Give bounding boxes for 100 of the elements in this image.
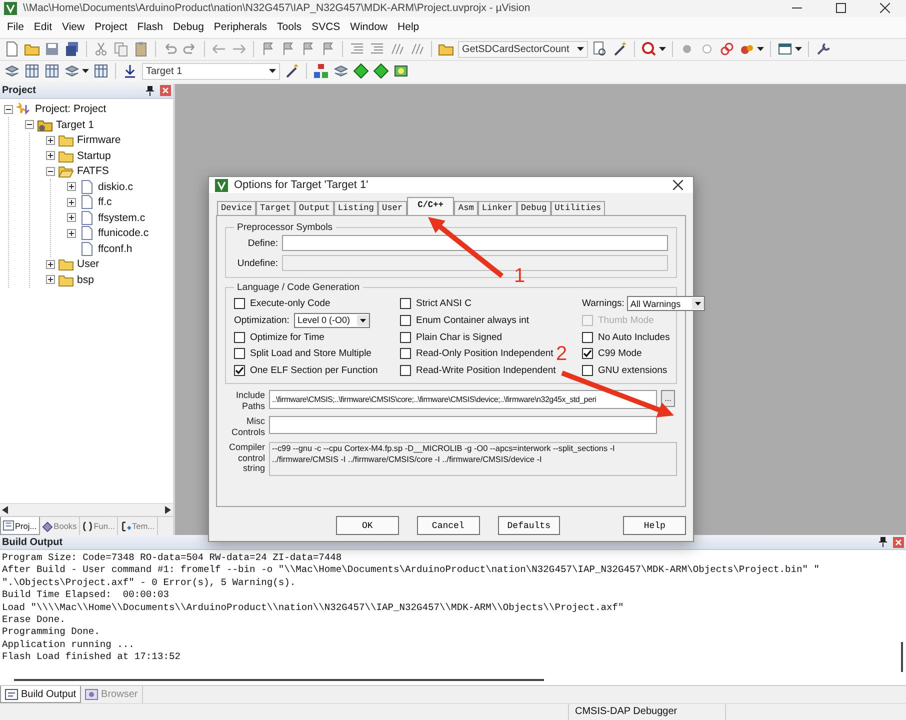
input-field[interactable] [269,416,657,434]
input-field[interactable] [282,235,668,251]
dialog-button[interactable]: Cancel [416,516,480,535]
wrench-icon[interactable] [815,41,831,58]
tree-item[interactable]: FATFS [77,165,109,178]
menu-item[interactable]: Window [345,21,393,34]
checkbox[interactable] [582,365,593,376]
checkbox[interactable] [582,332,593,343]
layers-icon[interactable] [333,63,349,80]
target-select[interactable]: Target 1 [142,62,280,80]
checkbox[interactable] [400,348,411,360]
close-icon[interactable] [880,3,890,14]
tree-item[interactable]: diskio.c [98,180,134,193]
expand-toggle[interactable] [67,228,76,238]
function-combo-box[interactable]: GetSDCardSectorCount [458,40,588,58]
diamond-icon[interactable] [353,63,369,80]
dialog-tab[interactable]: Utilities [550,201,606,215]
checkbox[interactable] [400,314,411,326]
tree-item[interactable]: User [77,258,100,270]
panel-tab[interactable]: Build Output [0,686,82,704]
chain-link-icon[interactable] [719,41,735,58]
scroll-left-icon[interactable] [2,506,8,514]
caret-icon[interactable] [692,298,704,310]
menu-item[interactable]: Debug [168,21,209,34]
dialog-tab[interactable]: Device [217,201,256,215]
expand-toggle[interactable] [46,136,55,145]
dialog-tab[interactable]: User [378,201,407,215]
checkbox[interactable] [400,298,411,310]
checkbox[interactable] [582,348,593,360]
caret-icon[interactable] [357,314,370,326]
tree-item[interactable]: Target 1 [56,118,94,131]
dialog-tab[interactable]: Debug [516,201,551,215]
clipboard-icon[interactable] [133,41,149,58]
checkbox[interactable] [400,332,411,343]
caret-icon[interactable] [269,69,276,74]
checkbox[interactable] [234,365,245,376]
caret-icon[interactable] [577,47,584,52]
maximize-icon[interactable] [836,3,846,14]
expand-toggle[interactable] [46,151,55,160]
menu-item[interactable]: Tools [272,21,307,34]
layers-icon[interactable] [4,63,20,80]
caret-icon[interactable] [659,47,666,52]
download-arrow-icon[interactable] [122,63,138,80]
magnifier-icon[interactable] [641,41,657,58]
magic-wand-icon[interactable] [284,63,300,80]
expand-toggle[interactable] [46,275,55,284]
checkbox[interactable] [234,348,245,360]
grid-icon[interactable] [44,63,60,80]
caret-icon[interactable] [82,69,89,74]
pin-icon[interactable] [146,86,154,96]
page-icon[interactable] [4,41,20,58]
checkbox[interactable] [234,298,245,310]
tree-item[interactable]: Startup [77,150,111,162]
dialog-tab[interactable]: Asm [454,201,478,215]
document-search-icon[interactable] [592,41,608,58]
tree-item[interactable]: Project: Project [35,103,106,116]
caret-icon[interactable] [757,47,764,52]
collapse-toggle[interactable] [25,120,34,130]
tree-item[interactable]: ffunicode.c [98,227,149,240]
window-icon[interactable] [777,41,793,58]
menu-item[interactable]: Flash [132,21,168,34]
magic-wand-icon[interactable] [612,41,628,58]
dialog-tab[interactable]: Linker [478,201,517,215]
dialog-tab[interactable]: C/C++ [406,197,454,215]
menu-item[interactable]: View [57,21,90,34]
menu-item[interactable]: SVCS [306,21,346,34]
tree-item[interactable]: ffconf.h [98,242,132,255]
layers-icon[interactable] [64,63,80,80]
horizontal-scrollbar[interactable] [0,503,173,516]
copy-icon[interactable] [113,41,129,58]
stacked-disks-icon[interactable] [64,41,80,58]
collapse-toggle[interactable] [4,104,13,114]
dialog-button[interactable]: Defaults [498,516,560,535]
expand-toggle[interactable] [67,182,76,192]
expand-toggle[interactable] [67,213,76,222]
checkbox[interactable] [400,365,411,376]
browse-button[interactable]: ... [661,390,675,408]
tree-item[interactable]: ffsystem.c [98,212,146,224]
scroll-right-icon[interactable] [165,506,171,514]
panel-tab[interactable]: Proj... [0,517,40,536]
menu-item[interactable]: Help [392,21,424,34]
expand-toggle[interactable] [67,198,76,207]
checkbox[interactable] [234,332,245,343]
grid-icon[interactable] [24,63,40,80]
close-icon[interactable] [673,180,683,190]
chip-icon[interactable] [393,63,409,80]
tree-item[interactable]: bsp [77,274,94,286]
pin-icon[interactable] [879,537,887,547]
tree-item[interactable]: ff.c [98,196,112,208]
blocks-icon[interactable] [313,63,329,80]
dialog-tab[interactable]: Listing [334,201,378,215]
dialog-tab[interactable]: Target [256,201,295,215]
tree-item[interactable]: Firmware [77,134,121,146]
dropdown[interactable]: Level 0 (-O0) [294,312,370,328]
dialog-button[interactable]: OK [336,516,399,535]
input-field[interactable]: ..\firmware\CMSIS;..\firmware\CMSIS\core;..\firmware\CMSIS\device;..\firmware\n32g45x_std_peri [269,390,657,410]
menu-item[interactable]: File [2,21,29,34]
diamond-icon[interactable] [373,63,389,80]
expand-toggle[interactable] [46,260,55,269]
dialog-button[interactable]: Help [623,516,686,535]
